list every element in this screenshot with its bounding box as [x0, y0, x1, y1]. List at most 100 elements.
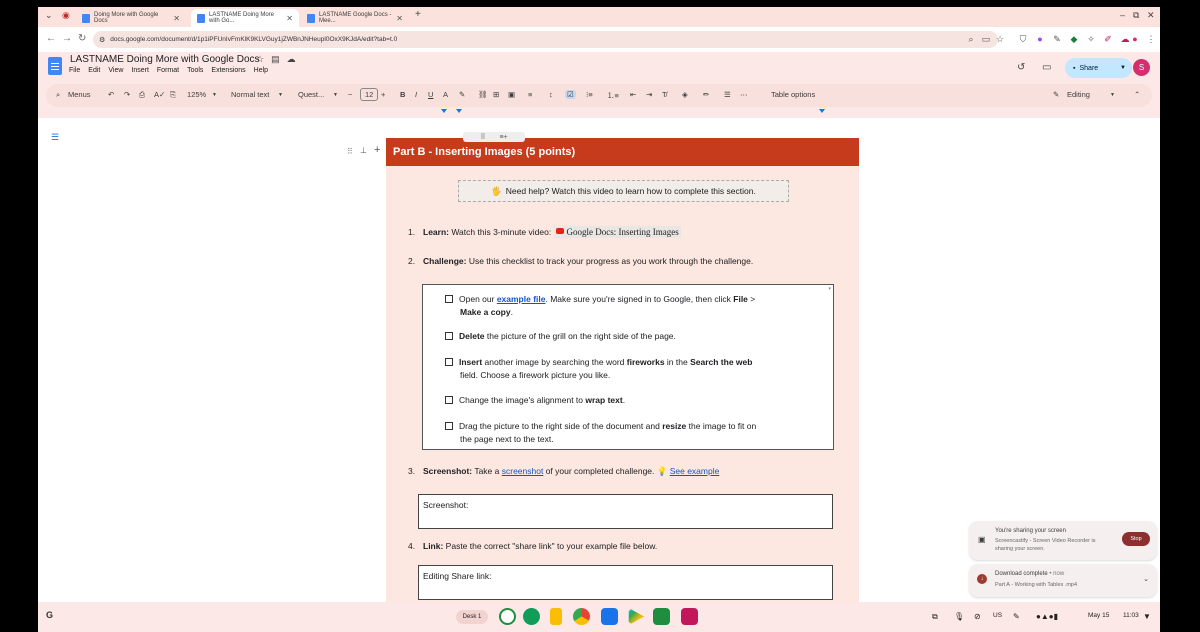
- comments-icon[interactable]: ▭: [1042, 62, 1051, 73]
- align-icon[interactable]: ≡: [528, 90, 532, 99]
- table-options-button[interactable]: Table options: [771, 90, 815, 99]
- tab-3[interactable]: LASTNAME Google Docs - Mee... ✕: [301, 9, 409, 27]
- indent-marker[interactable]: [456, 109, 462, 113]
- extension-pencil-icon[interactable]: ✐: [1103, 34, 1113, 44]
- locale-indicator[interactable]: US: [993, 612, 1002, 619]
- checkbox[interactable]: [445, 396, 453, 404]
- right-margin-marker[interactable]: [819, 109, 825, 113]
- cell-menu-icon[interactable]: ▾: [828, 286, 831, 292]
- table-menu-icon[interactable]: ≡+: [499, 134, 507, 141]
- text-color-icon[interactable]: A: [443, 90, 448, 99]
- numbered-list-icon[interactable]: ⒈≡: [607, 90, 619, 101]
- tab-search-icon[interactable]: ⌄: [45, 10, 53, 21]
- print-icon[interactable]: ⎙: [139, 90, 145, 100]
- pin-icon[interactable]: ⊥: [360, 146, 367, 155]
- bold-icon[interactable]: B: [400, 90, 405, 99]
- chevron-down-icon[interactable]: ▼: [1110, 92, 1115, 98]
- address-bar[interactable]: ⚙ docs.google.com/document/d/1p1iPFUnIvF…: [93, 31, 998, 48]
- clipboard-icon[interactable]: ⧉: [932, 612, 938, 622]
- chevron-down-icon[interactable]: ▼: [333, 92, 338, 98]
- menu-insert[interactable]: Insert: [131, 67, 149, 74]
- cloud-status-icon[interactable]: ☁: [287, 54, 296, 65]
- keep-app-icon[interactable]: [550, 608, 562, 625]
- microphone-icon[interactable]: 🎙: [954, 612, 964, 621]
- launcher-icon[interactable]: G: [46, 610, 53, 620]
- tab-1[interactable]: Doing More with Google Docs ✕: [76, 9, 186, 27]
- checklist-icon[interactable]: ☑: [565, 90, 576, 99]
- extension-puzzle-icon[interactable]: ✧: [1086, 34, 1096, 44]
- close-icon[interactable]: ✕: [396, 14, 403, 23]
- browser-menu-icon[interactable]: ⋮: [1146, 34, 1156, 44]
- move-folder-icon[interactable]: ▤: [271, 54, 280, 65]
- bulleted-list-icon[interactable]: ⁝≡: [586, 90, 593, 99]
- menu-format[interactable]: Format: [157, 67, 179, 74]
- border-width-icon[interactable]: ☰: [724, 90, 731, 99]
- zoom-icon[interactable]: ⌕: [966, 34, 976, 44]
- indent-marker[interactable]: [441, 109, 447, 113]
- back-icon[interactable]: ←: [46, 33, 56, 44]
- checkbox[interactable]: [445, 332, 453, 340]
- screenshot-answer-box[interactable]: Screenshot:: [418, 494, 833, 529]
- outline-icon[interactable]: ☰: [51, 132, 59, 143]
- image-icon[interactable]: ▣: [508, 90, 515, 99]
- wifi-icon[interactable]: ▼: [1143, 612, 1151, 621]
- stop-sharing-button[interactable]: Stop: [1122, 532, 1150, 546]
- close-window-icon[interactable]: ✕: [1147, 10, 1155, 21]
- search-menus-icon[interactable]: ⌕: [56, 90, 60, 100]
- editing-pencil-icon[interactable]: ✎: [1053, 90, 1059, 99]
- new-tab-icon[interactable]: +: [415, 9, 421, 20]
- site-info-icon[interactable]: ⚙: [99, 36, 105, 44]
- paint-format-icon[interactable]: ⎘: [170, 90, 176, 100]
- chevron-down-icon[interactable]: ▼: [278, 92, 283, 98]
- drag-handle-icon[interactable]: ⠿: [347, 147, 353, 156]
- extension-shield-icon[interactable]: ⛉: [1018, 34, 1028, 44]
- extension-color-icon[interactable]: ●: [1035, 34, 1045, 44]
- close-icon[interactable]: ✕: [173, 14, 180, 23]
- extension-green-icon[interactable]: ◆: [1069, 34, 1079, 44]
- files-app-icon[interactable]: [601, 608, 618, 625]
- docs-logo-icon[interactable]: [48, 57, 62, 75]
- restore-icon[interactable]: ⧉: [1133, 10, 1139, 21]
- fill-color-icon[interactable]: ◈: [682, 90, 688, 99]
- share-button[interactable]: ▪ Share ▼: [1065, 58, 1132, 78]
- share-link-answer-box[interactable]: Editing Share link:: [418, 565, 833, 600]
- cast-icon[interactable]: ▭: [981, 34, 991, 44]
- checklist-table[interactable]: ▾ Open our example file. Make sure you'r…: [422, 284, 834, 450]
- checkbox[interactable]: [445, 295, 453, 303]
- table-handle[interactable]: ⠿ ≡+: [463, 132, 525, 142]
- recording-status-icon[interactable]: ⊘: [974, 612, 981, 621]
- checkbox[interactable]: [445, 422, 453, 430]
- menu-tools[interactable]: Tools: [187, 67, 203, 74]
- screencastify-app-icon[interactable]: [681, 608, 698, 625]
- underline-icon[interactable]: U: [428, 90, 433, 99]
- extension-pen-icon[interactable]: ✎: [1052, 34, 1062, 44]
- undo-icon[interactable]: ↶: [108, 90, 114, 99]
- bookmark-star-icon[interactable]: ☆: [995, 34, 1005, 44]
- date[interactable]: May 15: [1088, 612, 1109, 619]
- phone-app-icon[interactable]: [499, 608, 516, 625]
- redo-icon[interactable]: ↷: [124, 90, 130, 99]
- time[interactable]: 11:03: [1123, 612, 1139, 619]
- italic-icon[interactable]: I: [415, 90, 417, 99]
- chevron-down-icon[interactable]: ▼: [212, 92, 217, 98]
- style-select[interactable]: Normal text: [231, 90, 269, 99]
- font-select[interactable]: Quest...: [298, 90, 324, 99]
- sheets-app-icon[interactable]: [653, 608, 670, 625]
- font-size-input[interactable]: 12: [360, 88, 379, 101]
- screenshot-link[interactable]: screenshot: [502, 466, 544, 476]
- increase-font-icon[interactable]: +: [381, 90, 385, 99]
- expand-chevron-icon[interactable]: ⌄: [1143, 575, 1149, 583]
- share-dropdown-icon[interactable]: ▼: [1120, 65, 1126, 71]
- border-dash-icon[interactable]: ⋯: [740, 90, 748, 99]
- highlight-icon[interactable]: ✎: [459, 90, 465, 99]
- forward-icon[interactable]: →: [62, 33, 72, 44]
- menu-edit[interactable]: Edit: [88, 67, 100, 74]
- tab-2[interactable]: LASTNAME Doing More with Go... ✕: [191, 9, 299, 27]
- reload-icon[interactable]: ↻: [78, 33, 86, 44]
- chrome-app-icon[interactable]: [573, 608, 590, 625]
- editing-mode-select[interactable]: Editing: [1067, 90, 1090, 99]
- clear-formatting-icon[interactable]: T̸: [662, 90, 667, 99]
- decrease-font-icon[interactable]: −: [348, 90, 352, 99]
- document-title[interactable]: LASTNAME Doing More with Google Docs: [70, 54, 260, 65]
- document-page[interactable]: Part B - Inserting Images (5 points) 🖐 N…: [386, 138, 859, 602]
